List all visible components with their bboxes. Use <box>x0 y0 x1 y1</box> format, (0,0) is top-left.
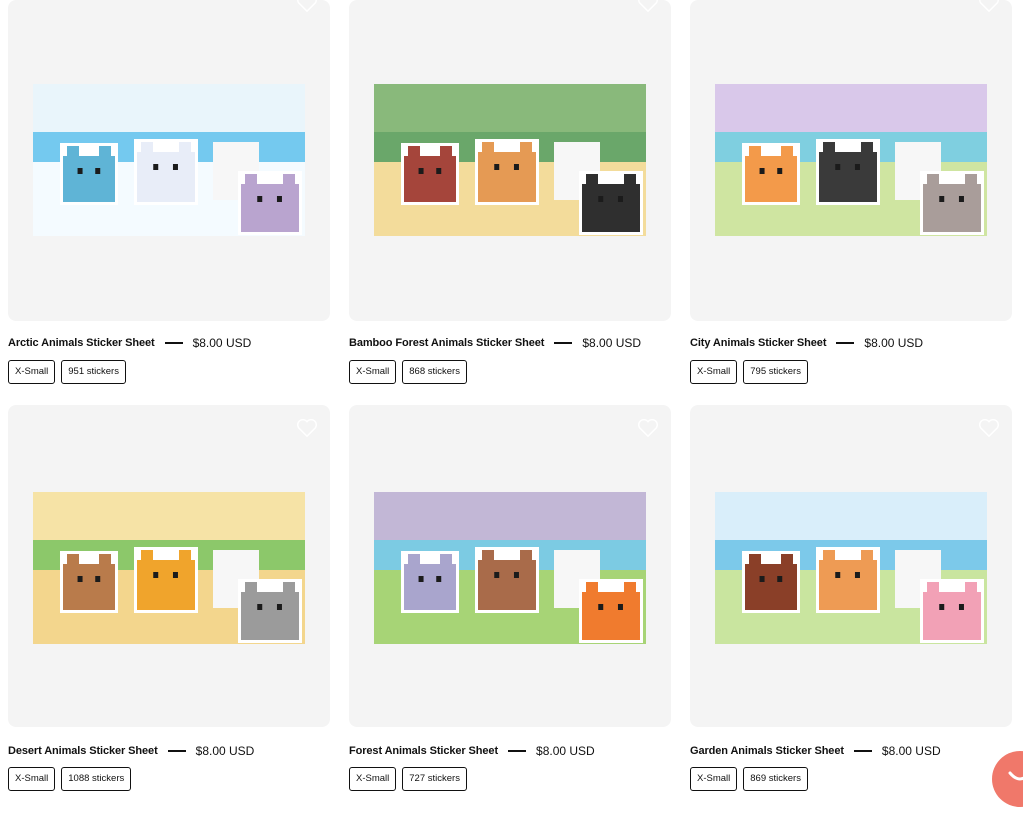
favorite-heart-icon[interactable] <box>637 418 659 438</box>
animal-eye <box>418 576 424 582</box>
favorite-heart-icon[interactable] <box>978 418 1000 438</box>
product-tags: X-Small 1088 stickers <box>8 767 132 791</box>
animal-eye <box>759 576 765 582</box>
animal-ear <box>823 550 835 564</box>
animal-eye <box>598 604 604 610</box>
product-image[interactable] <box>349 405 671 727</box>
product-card[interactable]: Forest Animals Sticker Sheet $8.00 USD X-S… <box>349 0 671 813</box>
sticker-count-tag[interactable]: 869 stickers <box>743 767 808 791</box>
product-image[interactable] <box>8 405 330 727</box>
animal-ear <box>283 582 295 596</box>
size-tag[interactable]: X-Small <box>349 767 397 791</box>
product-card[interactable]: Garden Animals Sticker Sheet $8.00 USD X-S… <box>690 0 1012 813</box>
animal-ear <box>624 582 636 596</box>
animal-ear <box>67 554 79 568</box>
product-tags: X-Small 869 stickers <box>690 767 808 791</box>
animal-ear <box>861 550 873 564</box>
animal-ear <box>99 554 111 568</box>
animal-eye <box>939 604 945 610</box>
animal-ear <box>586 582 598 596</box>
animal-eye <box>494 572 500 578</box>
chat-launcher-button[interactable] <box>992 751 1023 807</box>
animal-sticker <box>923 592 981 640</box>
favorite-heart-icon[interactable] <box>296 418 318 438</box>
animal-eye <box>257 604 263 610</box>
animal-eye <box>513 572 519 578</box>
animal-eye <box>617 604 623 610</box>
animal-sticker <box>63 564 115 610</box>
animal-ear <box>408 554 420 568</box>
product-price: $8.00 USD <box>195 744 255 758</box>
animal-ear <box>927 582 939 596</box>
product-tags: X-Small 727 stickers <box>349 767 467 791</box>
animal-sticker <box>137 560 195 610</box>
sticker-sheet-illustration <box>33 492 305 644</box>
animal-ear <box>749 554 761 568</box>
title-price-separator <box>853 750 872 752</box>
title-price-separator <box>508 750 527 752</box>
animal-eye <box>276 604 282 610</box>
sticker-count-tag[interactable]: 727 stickers <box>402 767 467 791</box>
product-price: $8.00 USD <box>536 744 595 758</box>
animal-ear <box>482 550 494 564</box>
size-tag[interactable]: X-Small <box>8 767 56 791</box>
product-title[interactable]: Desert Animals Sticker Sheet <box>8 745 158 757</box>
product-info: Forest Animals Sticker Sheet $8.00 USD <box>349 741 679 761</box>
animal-ear <box>179 550 191 564</box>
product-card[interactable]: Desert Animals Sticker Sheet $8.00 USD X-S… <box>8 0 330 813</box>
animal-sticker <box>241 592 299 640</box>
animal-ear <box>965 582 977 596</box>
animal-eye <box>77 576 83 582</box>
product-price: $8.00 USD <box>881 744 941 758</box>
sticker-sheet-illustration <box>374 492 646 644</box>
product-info: Desert Animals Sticker Sheet $8.00 USD <box>8 741 338 761</box>
animal-ear <box>520 550 532 564</box>
animal-eye <box>777 576 783 582</box>
product-title[interactable]: Forest Animals Sticker Sheet <box>349 745 498 757</box>
animal-ear <box>245 582 257 596</box>
animal-eye <box>958 604 964 610</box>
product-title[interactable]: Garden Animals Sticker Sheet <box>690 745 844 757</box>
animal-eye <box>153 572 159 578</box>
animal-eye <box>436 576 442 582</box>
animal-sticker <box>745 564 797 610</box>
animal-eye <box>172 572 178 578</box>
animal-sticker <box>478 560 536 610</box>
animal-sticker <box>819 560 877 610</box>
sticker-count-tag[interactable]: 1088 stickers <box>61 767 132 791</box>
sticker-sheet-illustration <box>715 492 987 644</box>
animal-eye <box>854 572 860 578</box>
product-info: Garden Animals Sticker Sheet $8.00 USD <box>690 741 1020 761</box>
chat-icon <box>1008 771 1023 781</box>
animal-sticker <box>404 564 456 610</box>
animal-ear <box>440 554 452 568</box>
size-tag[interactable]: X-Small <box>690 767 738 791</box>
animal-sticker <box>582 592 640 640</box>
animal-eye <box>835 572 841 578</box>
title-price-separator <box>167 750 186 752</box>
animal-ear <box>781 554 793 568</box>
animal-ear <box>141 550 153 564</box>
animal-eye <box>95 576 101 582</box>
product-image[interactable] <box>690 405 1012 727</box>
